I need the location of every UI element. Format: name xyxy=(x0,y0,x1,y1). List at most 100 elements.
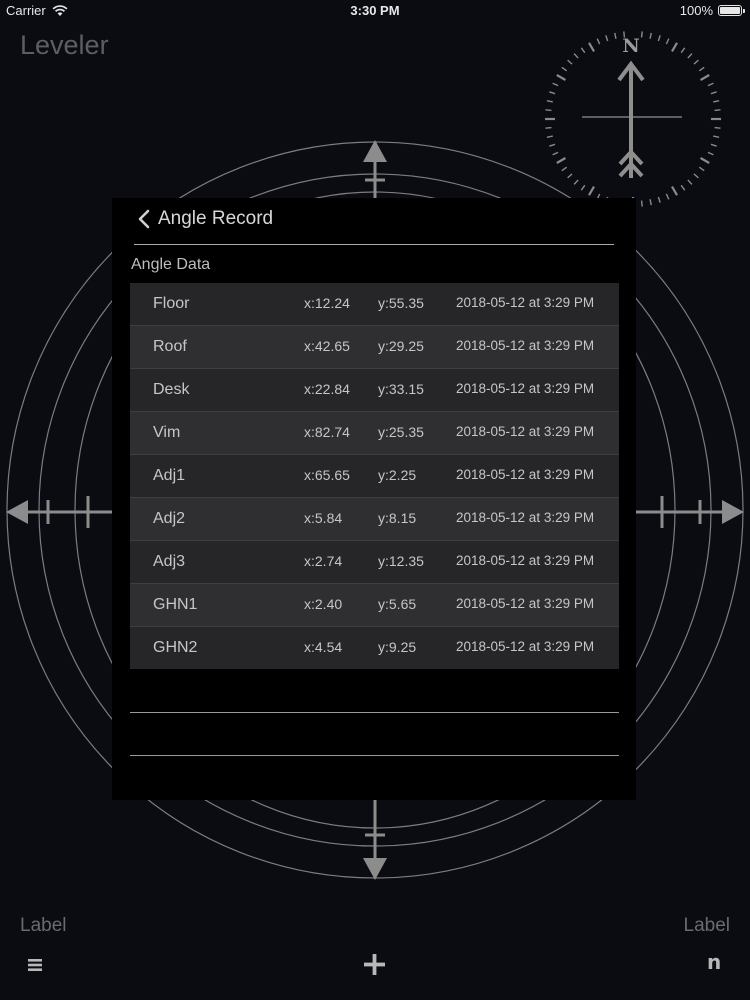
compass: N xyxy=(545,31,721,207)
compass-tick xyxy=(710,143,717,147)
table-row[interactable]: GHN1 x:2.40 y:5.65 2018-05-12 at 3:29 PM xyxy=(130,584,619,627)
compass-tick xyxy=(649,199,652,206)
bottom-arrow xyxy=(363,800,387,880)
row-name: Adj1 xyxy=(153,467,186,484)
chevron-left-icon xyxy=(138,209,150,229)
row-name: Floor xyxy=(153,295,190,312)
row-y-value: y:33.15 xyxy=(378,381,424,397)
top-arrow xyxy=(363,140,387,200)
compass-tick xyxy=(713,135,720,138)
compass-tick xyxy=(687,53,693,59)
row-x-value: x:42.65 xyxy=(304,338,350,354)
angle-record-panel: Angle Record Angle Data Floor x:12.24 y:55… xyxy=(112,198,636,800)
row-date: 2018-05-12 at 3:29 PM xyxy=(456,295,595,310)
row-name: Vim xyxy=(153,424,181,441)
compass-tick xyxy=(671,185,678,196)
table-row[interactable]: Adj3 x:2.74 y:12.35 2018-05-12 at 3:29 PM xyxy=(130,541,619,584)
compass-tick xyxy=(698,166,705,172)
row-x-value: x:65.65 xyxy=(304,467,350,483)
compass-tick xyxy=(707,82,714,87)
row-x-value: x:12.24 xyxy=(304,295,350,311)
compass-tick xyxy=(549,143,556,147)
row-x-value: x:4.54 xyxy=(304,639,343,655)
right-toolbar-button[interactable]: n xyxy=(707,950,721,974)
section-title: Angle Data xyxy=(131,256,211,273)
add-icon[interactable] xyxy=(364,954,385,975)
row-name: Desk xyxy=(153,381,190,398)
compass-tick xyxy=(588,185,595,196)
compass-tick xyxy=(588,42,595,53)
empty-row-divider xyxy=(130,755,619,756)
row-y-value: y:9.25 xyxy=(378,639,417,655)
row-x-value: x:5.84 xyxy=(304,510,343,526)
compass-tick xyxy=(552,151,559,156)
menu-icon[interactable] xyxy=(28,958,42,972)
compass-tick xyxy=(549,91,556,95)
row-date: 2018-05-12 at 3:29 PM xyxy=(456,467,595,482)
row-y-value: y:25.35 xyxy=(378,424,424,440)
back-button[interactable]: Angle Record xyxy=(138,208,273,230)
compass-tick xyxy=(710,91,717,95)
row-date: 2018-05-12 at 3:29 PM xyxy=(456,553,595,568)
table-row[interactable]: Adj1 x:65.65 y:2.25 2018-05-12 at 3:29 PM xyxy=(130,455,619,498)
table-row[interactable]: GHN2 x:4.54 y:9.25 2018-05-12 at 3:29 PM xyxy=(130,627,619,669)
table-row[interactable]: Vim x:82.74 y:25.35 2018-05-12 at 3:29 PM xyxy=(130,412,619,455)
row-y-value: y:2.25 xyxy=(378,467,417,483)
compass-tick xyxy=(605,35,609,42)
row-name: GHN2 xyxy=(153,639,198,656)
left-arrow xyxy=(6,496,112,528)
row-name: Adj2 xyxy=(153,510,186,527)
compass-tick xyxy=(693,59,699,65)
row-date: 2018-05-12 at 3:29 PM xyxy=(456,596,595,611)
table-row[interactable]: Roof x:42.65 y:29.25 2018-05-12 at 3:29 PM xyxy=(130,326,619,369)
compass-tick xyxy=(545,109,552,112)
compass-tick xyxy=(707,151,714,156)
row-date: 2018-05-12 at 3:29 PM xyxy=(456,338,595,353)
compass-tick xyxy=(596,38,601,45)
table-row[interactable]: Desk x:22.84 y:33.15 2018-05-12 at 3:29 PM xyxy=(130,369,619,412)
compass-tick xyxy=(714,126,721,129)
compass-tick xyxy=(699,157,710,164)
compass-tick xyxy=(665,38,670,45)
row-x-value: x:2.40 xyxy=(304,596,343,612)
empty-row-divider xyxy=(130,712,619,713)
row-x-value: x:22.84 xyxy=(304,381,350,397)
compass-tick xyxy=(546,100,553,103)
row-name: Roof xyxy=(153,338,187,355)
row-date: 2018-05-12 at 3:29 PM xyxy=(456,381,595,396)
compass-tick xyxy=(693,173,699,179)
row-y-value: y:5.65 xyxy=(378,596,417,612)
panel-header: Angle Record xyxy=(112,198,636,244)
compass-tick xyxy=(545,126,552,129)
compass-tick xyxy=(580,184,586,191)
right-arrow xyxy=(636,496,744,528)
compass-tick xyxy=(567,173,573,179)
compass-needle-icon xyxy=(617,60,645,178)
bottom-left-label: Label xyxy=(20,915,67,936)
compass-tick xyxy=(657,35,661,42)
compass-tick xyxy=(665,193,670,200)
row-date: 2018-05-12 at 3:29 PM xyxy=(456,510,595,525)
compass-tick xyxy=(649,32,652,39)
compass-tick xyxy=(561,66,568,72)
compass-tick xyxy=(640,200,643,207)
compass-tick xyxy=(671,42,678,53)
compass-tick xyxy=(657,196,661,203)
compass-tick xyxy=(546,135,553,138)
compass-tick xyxy=(580,47,586,54)
table-row[interactable]: Floor x:12.24 y:55.35 2018-05-12 at 3:29 PM xyxy=(130,283,619,326)
header-divider xyxy=(134,244,614,245)
row-date: 2018-05-12 at 3:29 PM xyxy=(456,639,595,654)
compass-tick xyxy=(561,166,568,172)
row-date: 2018-05-12 at 3:29 PM xyxy=(456,424,595,439)
row-name: Adj3 xyxy=(153,553,186,570)
compass-tick xyxy=(573,179,579,185)
compass-tick xyxy=(714,109,721,112)
compass-tick xyxy=(567,59,573,65)
table-row[interactable]: Adj2 x:5.84 y:8.15 2018-05-12 at 3:29 PM xyxy=(130,498,619,541)
panel-title: Angle Record xyxy=(158,208,274,229)
row-x-value: x:82.74 xyxy=(304,424,350,440)
compass-tick xyxy=(698,66,705,72)
compass-tick xyxy=(640,31,643,38)
compass-tick xyxy=(699,74,710,81)
